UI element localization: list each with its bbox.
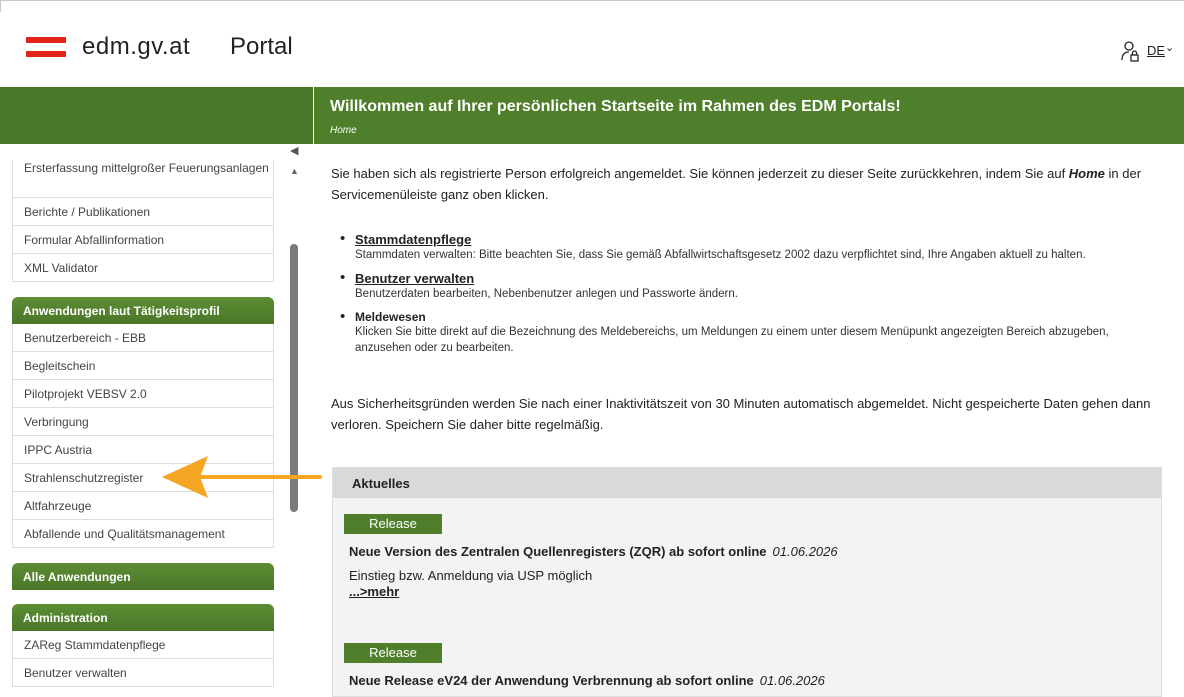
sidebar-menu-administration: Administration ZAReg Stammdatenpflege Be… — [12, 604, 274, 687]
sidebar-item-begleitschein[interactable]: Begleitschein — [12, 352, 274, 380]
sidebar-item-zareg[interactable]: ZAReg Stammdatenpflege — [12, 631, 274, 659]
list-item: Benutzer verwalten Benutzerdaten bearbei… — [340, 269, 1160, 302]
sidebar-item-xml-validator[interactable]: XML Validator — [12, 254, 274, 282]
list-item: Stammdatenpflege Stammdaten verwalten: B… — [340, 230, 1160, 263]
sidebar-item-berichte[interactable]: Berichte / Publikationen — [12, 198, 274, 226]
breadcrumb[interactable]: Home — [330, 125, 357, 136]
news-more-link[interactable]: ...>mehr — [349, 584, 399, 599]
brand-name[interactable]: edm.gv.at — [82, 33, 190, 61]
news-item-title-text: Neue Release eV24 der Anwendung Verbrenn… — [349, 673, 754, 688]
news-item-date: 01.06.2026 — [772, 544, 838, 559]
sidebar-item-verbringung[interactable]: Verbringung — [12, 408, 274, 436]
stammdatenpflege-description: Stammdaten verwalten: Bitte beachten Sie… — [355, 249, 1086, 261]
news-item-date: 01.06.2026 — [759, 673, 825, 688]
news-item-title: Neue Release eV24 der Anwendung Verbrenn… — [349, 673, 825, 688]
scroll-up-icon[interactable]: ▲ — [290, 166, 299, 176]
sidebar-menu-alle: Alle Anwendungen — [12, 563, 274, 590]
main-content: Sie haben sich als registrierte Person e… — [314, 144, 1184, 697]
sidebar-menu-taetigkeitsprofil: Anwendungen laut Tätigkeitsprofil Benutz… — [12, 297, 274, 548]
banner-left-panel — [0, 87, 313, 144]
welcome-banner: Willkommen auf Ihrer persönlichen Starts… — [314, 87, 1184, 144]
annotation-arrow — [162, 456, 322, 498]
news-item-title: Neue Version des Zentralen Quellenregist… — [349, 544, 838, 559]
sidebar-item-ersterfassung[interactable]: Ersterfassung mittelgroßer Feuerungsanla… — [12, 160, 274, 198]
language-selector[interactable]: DE — [1147, 43, 1165, 58]
benutzer-verwalten-description: Benutzerdaten bearbeiten, Nebenbenutzer … — [355, 288, 738, 300]
sidebar-item-vebsv[interactable]: Pilotprojekt VEBSV 2.0 — [12, 380, 274, 408]
feature-list: Stammdatenpflege Stammdaten verwalten: B… — [340, 230, 1160, 364]
meldewesen-heading: Meldewesen — [355, 310, 426, 324]
sidebar-menu-general: Ersterfassung mittelgroßer Feuerungsanla… — [12, 160, 274, 282]
sidebar-item-benutzer-verwalten[interactable]: Benutzer verwalten — [12, 659, 274, 687]
sidebar-section-administration[interactable]: Administration — [12, 604, 274, 631]
sidebar-item-abfallende[interactable]: Abfallende und Qualitätsmanagement — [12, 520, 274, 548]
benutzer-verwalten-link[interactable]: Benutzer verwalten — [355, 271, 1160, 286]
news-heading: Aktuelles — [333, 468, 1161, 498]
news-item-title-text: Neue Version des Zentralen Quellenregist… — [349, 544, 767, 559]
release-badge: Release — [344, 514, 442, 534]
intro-text-part1: Sie haben sich als registrierte Person e… — [331, 166, 1069, 181]
chevron-down-icon[interactable]: ⌄ — [1165, 41, 1174, 54]
news-panel: Aktuelles Release Neue Version des Zentr… — [332, 467, 1162, 697]
sidebar-section-taetigkeitsprofil[interactable]: Anwendungen laut Tätigkeitsprofil — [12, 297, 274, 324]
release-badge: Release — [344, 643, 442, 663]
stammdatenpflege-link[interactable]: Stammdatenpflege — [355, 232, 1160, 247]
portal-label: Portal — [230, 33, 293, 60]
collapse-sidebar-icon[interactable]: ◀ — [290, 144, 298, 157]
user-lock-icon[interactable] — [1120, 40, 1140, 62]
sidebar-item-formular-abfallinformation[interactable]: Formular Abfallinformation — [12, 226, 274, 254]
security-notice: Aus Sicherheitsgründen werden Sie nach e… — [331, 396, 1151, 432]
page-title: Willkommen auf Ihrer persönlichen Starts… — [330, 98, 901, 115]
austria-flag-logo[interactable] — [26, 37, 66, 59]
meldewesen-description: Klicken Sie bitte direkt auf die Bezeich… — [355, 326, 1109, 354]
sidebar-section-alle-anwendungen[interactable]: Alle Anwendungen — [12, 563, 274, 590]
intro-text: Sie haben sich als registrierte Person e… — [331, 163, 1151, 205]
news-item-text: Einstieg bzw. Anmeldung via USP möglich — [349, 568, 593, 583]
intro-home-link: Home — [1068, 166, 1105, 181]
sidebar-item-ebb[interactable]: Benutzerbereich - EBB — [12, 324, 274, 352]
header-bar: edm.gv.at Portal DE ⌄ — [0, 12, 1184, 87]
list-item: Meldewesen Klicken Sie bitte direkt auf … — [340, 308, 1160, 356]
